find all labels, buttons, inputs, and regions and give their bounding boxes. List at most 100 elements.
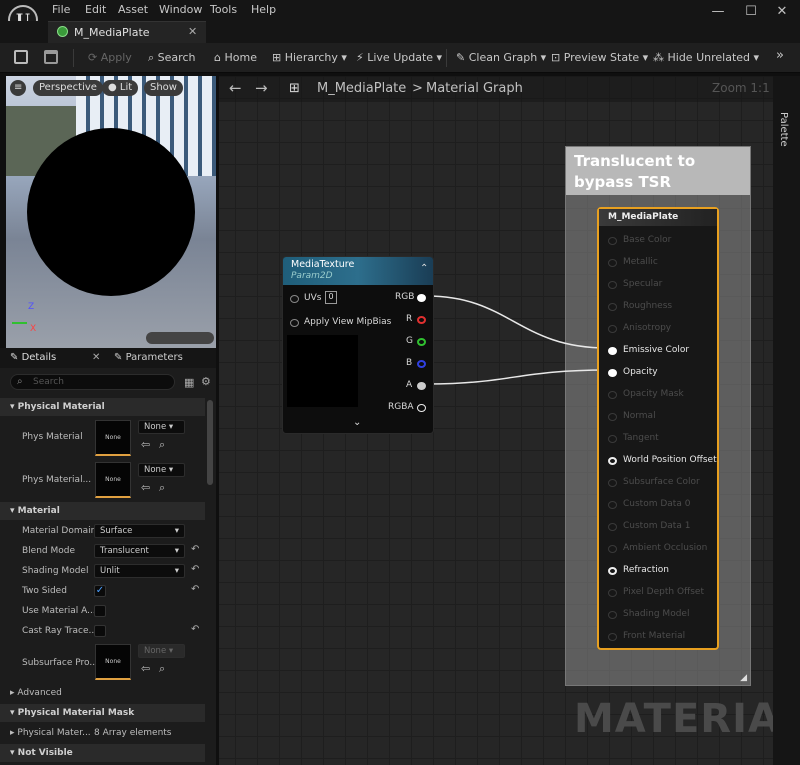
result-input-pin[interactable] <box>608 633 617 641</box>
lit-button[interactable]: ● Lit <box>102 80 139 96</box>
subsurface-thumbnail[interactable]: None <box>95 644 131 680</box>
result-input-pin[interactable] <box>608 479 617 487</box>
use-selected-icon[interactable]: ⇦ <box>141 662 150 675</box>
use-selected-icon[interactable]: ⇦ <box>141 438 150 451</box>
browse-asset-icon[interactable]: ⌕ <box>159 662 165 676</box>
uvs-pin[interactable] <box>290 295 299 303</box>
tab-close-icon[interactable]: ✕ <box>188 25 197 38</box>
hide-unrelated-button[interactable]: ⁂ Hide Unrelated ▾ <box>653 51 759 64</box>
material-result-node[interactable]: M_MediaPlate Base Color Metallic Specular R… <box>597 207 719 650</box>
show-button[interactable]: Show <box>144 80 183 96</box>
tab-details[interactable]: ✎ Details <box>10 352 56 363</box>
result-input-pin[interactable] <box>608 391 617 399</box>
output-r-label: R <box>406 314 413 324</box>
section-physical-material[interactable]: ▾ Physical Material <box>0 398 205 416</box>
result-input-pin[interactable] <box>608 611 617 619</box>
result-input-pin[interactable] <box>608 325 617 333</box>
output-a-pin[interactable] <box>417 382 426 390</box>
search-button[interactable]: ⌕ Search <box>148 51 195 65</box>
details-scrollbar[interactable] <box>207 400 213 485</box>
close-window-icon[interactable]: ✕ <box>772 4 792 19</box>
clean-graph-button[interactable]: ✎ Clean Graph ▾ <box>456 51 546 64</box>
settings-icon[interactable]: ⚙ <box>201 375 211 388</box>
uvs-value[interactable]: 0 <box>325 291 337 304</box>
hierarchy-button[interactable]: ⊞ Hierarchy ▾ <box>272 51 347 64</box>
result-input-pin[interactable] <box>608 347 617 355</box>
result-input-pin[interactable] <box>608 435 617 443</box>
phys-material-dropdown[interactable]: None ▾ <box>138 420 185 434</box>
tab-parameters[interactable]: ✎ Parameters <box>114 352 183 363</box>
browse-icon[interactable] <box>44 50 58 64</box>
output-rgb-pin[interactable] <box>417 294 426 302</box>
phys-material2-dropdown[interactable]: None ▾ <box>138 463 185 477</box>
menu-asset[interactable]: Asset <box>118 3 148 16</box>
result-input-pin[interactable] <box>608 259 617 267</box>
phys-material-thumbnail[interactable]: None <box>95 420 131 456</box>
material-graph-canvas[interactable]: ← → ⊞ M_MediaPlate > Material Graph Zoom… <box>219 76 773 765</box>
blend-mode-dropdown[interactable]: Translucent ▾ <box>94 544 185 558</box>
reset-icon[interactable]: ↶ <box>191 544 199 555</box>
output-rgba-pin[interactable] <box>417 404 426 412</box>
menu-tools[interactable]: Tools <box>210 3 237 16</box>
browse-asset-icon[interactable]: ⌕ <box>159 438 165 452</box>
result-input-pin[interactable] <box>608 501 617 509</box>
output-g-pin[interactable] <box>417 338 426 346</box>
result-input-pin[interactable] <box>608 413 617 421</box>
palette-panel[interactable]: Palette <box>773 76 800 765</box>
two-sided-checkbox[interactable]: ✓ <box>94 585 106 597</box>
minimize-icon[interactable]: — <box>708 4 728 19</box>
result-input-label: Subsurface Color <box>623 477 700 487</box>
result-input-pin[interactable] <box>608 589 617 597</box>
details-search-input[interactable]: ⌕ Search <box>10 374 175 390</box>
result-input-pin[interactable] <box>608 545 617 553</box>
result-input-pin[interactable] <box>608 457 617 465</box>
section-material[interactable]: ▾ Material <box>0 502 205 520</box>
live-update-button[interactable]: ⚡ Live Update ▾ <box>356 51 442 64</box>
result-input-pin[interactable] <box>608 567 617 575</box>
preview-state-button[interactable]: ⊡ Preview State ▾ <box>551 51 648 64</box>
details-close-icon[interactable]: ✕ <box>92 352 100 363</box>
use-material-a-checkbox[interactable] <box>94 605 106 617</box>
section-advanced[interactable]: ▸ Advanced <box>0 684 205 702</box>
media-texture-node[interactable]: MediaTexture Param2D ⌃ UVs 0 Apply View … <box>282 256 434 434</box>
document-tab[interactable]: M_MediaPlate ✕ <box>48 21 206 43</box>
result-input-pin[interactable] <box>608 237 617 245</box>
menu-window[interactable]: Window <box>159 3 202 16</box>
result-input-pin[interactable] <box>608 523 617 531</box>
material-domain-dropdown[interactable]: Surface ▾ <box>94 524 185 538</box>
reset-icon[interactable]: ↶ <box>191 584 199 595</box>
menu-edit[interactable]: Edit <box>85 3 106 16</box>
perspective-button[interactable]: Perspective <box>33 80 103 96</box>
toolbar-overflow-icon[interactable]: » <box>776 48 784 63</box>
phys-material2-thumbnail[interactable]: None <box>95 462 131 498</box>
apply-button[interactable]: ⟳ Apply <box>88 51 132 64</box>
collapse-icon[interactable]: ⌃ <box>420 263 428 274</box>
mipbias-pin[interactable] <box>290 319 299 327</box>
browse-asset-icon[interactable]: ⌕ <box>159 481 165 495</box>
result-input-pin[interactable] <box>608 303 617 311</box>
menu-help[interactable]: Help <box>251 3 276 16</box>
result-input-pin[interactable] <box>608 281 617 289</box>
section-not-visible[interactable]: ▾ Not Visible <box>0 744 205 762</box>
output-r-pin[interactable] <box>417 316 426 324</box>
menu-file[interactable]: File <box>52 3 70 16</box>
tab-parameters-label: Parameters <box>125 352 183 363</box>
reset-icon[interactable]: ↶ <box>191 564 199 575</box>
palette-tab[interactable]: Palette <box>778 112 789 147</box>
preview-viewport[interactable]: ≡ Perspective ● Lit Show Z X <box>6 76 216 348</box>
viewport-menu-icon[interactable]: ≡ <box>10 80 27 96</box>
table-view-icon[interactable]: ▦ <box>184 376 194 389</box>
reset-icon[interactable]: ↶ <box>191 624 199 635</box>
output-b-pin[interactable] <box>417 360 426 368</box>
subsurface-dropdown[interactable]: None ▾ <box>138 644 185 658</box>
preview-shapes-bar[interactable] <box>146 332 214 344</box>
save-icon[interactable] <box>14 50 28 64</box>
cast-ray-trace-checkbox[interactable] <box>94 625 106 637</box>
section-physical-material-mask[interactable]: ▾ Physical Material Mask <box>0 704 205 722</box>
maximize-icon[interactable]: ☐ <box>741 4 761 19</box>
expand-icon[interactable]: ⌄ <box>353 417 361 428</box>
result-input-pin[interactable] <box>608 369 617 377</box>
home-button[interactable]: ⌂ Home <box>214 51 257 64</box>
use-selected-icon[interactable]: ⇦ <box>141 481 150 494</box>
shading-model-dropdown[interactable]: Unlit ▾ <box>94 564 185 578</box>
